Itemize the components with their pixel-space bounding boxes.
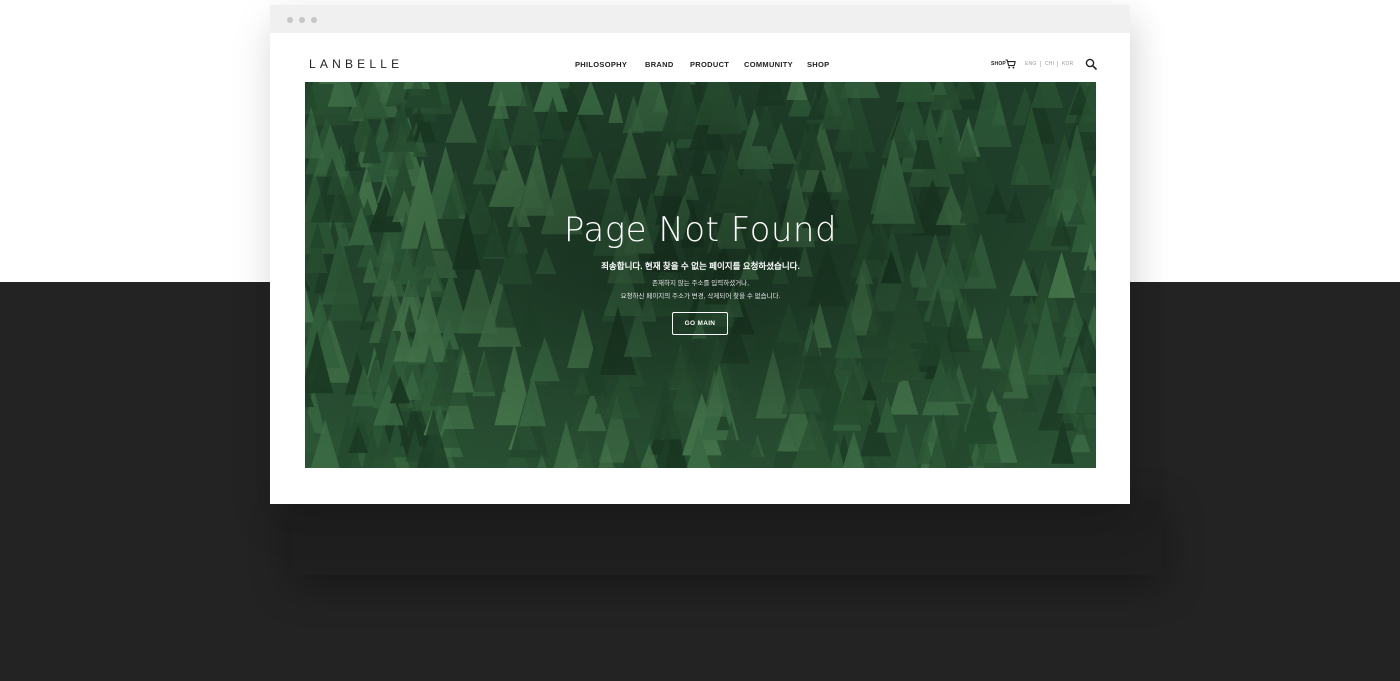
lang-divider (1057, 61, 1058, 67)
hero-banner: Page Not Found 죄송합니다. 현재 찾을 수 없는 페이지를 요청… (305, 82, 1096, 468)
error-message-main: 죄송합니다. 현재 찾을 수 없는 페이지를 요청하셨습니다. (601, 261, 800, 271)
error-message-line-2: 요청하신 페이지의 주소가 변경, 삭제되어 찾을 수 없습니다. (620, 293, 781, 300)
lang-kor[interactable]: KOR (1062, 61, 1073, 67)
go-main-button[interactable]: GO MAIN (672, 312, 728, 335)
lang-divider (1040, 61, 1041, 67)
window-dot-icon (311, 17, 317, 23)
nav-item-brand[interactable]: BRAND (645, 60, 674, 69)
page-title: Page Not Found (563, 210, 838, 250)
window-dot-icon (287, 17, 293, 23)
lang-chi[interactable]: CHI (1045, 61, 1054, 67)
lang-eng[interactable]: ENG (1025, 61, 1036, 67)
error-message-line-1: 존재하지 않는 주소를 입력하셨거나, (652, 280, 749, 287)
nav-item-community[interactable]: COMMUNITY (744, 60, 793, 69)
window-dot-icon (299, 17, 305, 23)
search-icon[interactable] (1085, 58, 1097, 70)
nav-item-product[interactable]: PRODUCT (690, 60, 729, 69)
nav-item-philosophy[interactable]: PHILOSOPHY (575, 60, 627, 69)
window-shadow-panel (292, 500, 1162, 575)
hero-content: Page Not Found 죄송합니다. 현재 찾을 수 없는 페이지를 요청… (305, 82, 1096, 468)
nav-item-shop[interactable]: SHOP (807, 60, 829, 69)
cart-icon[interactable] (1005, 59, 1016, 69)
browser-titlebar (270, 5, 1130, 33)
shop-link[interactable]: SHOP (991, 61, 1006, 67)
browser-window: LANBELLE PHILOSOPHY BRAND PRODUCT COMMUN… (270, 5, 1130, 504)
